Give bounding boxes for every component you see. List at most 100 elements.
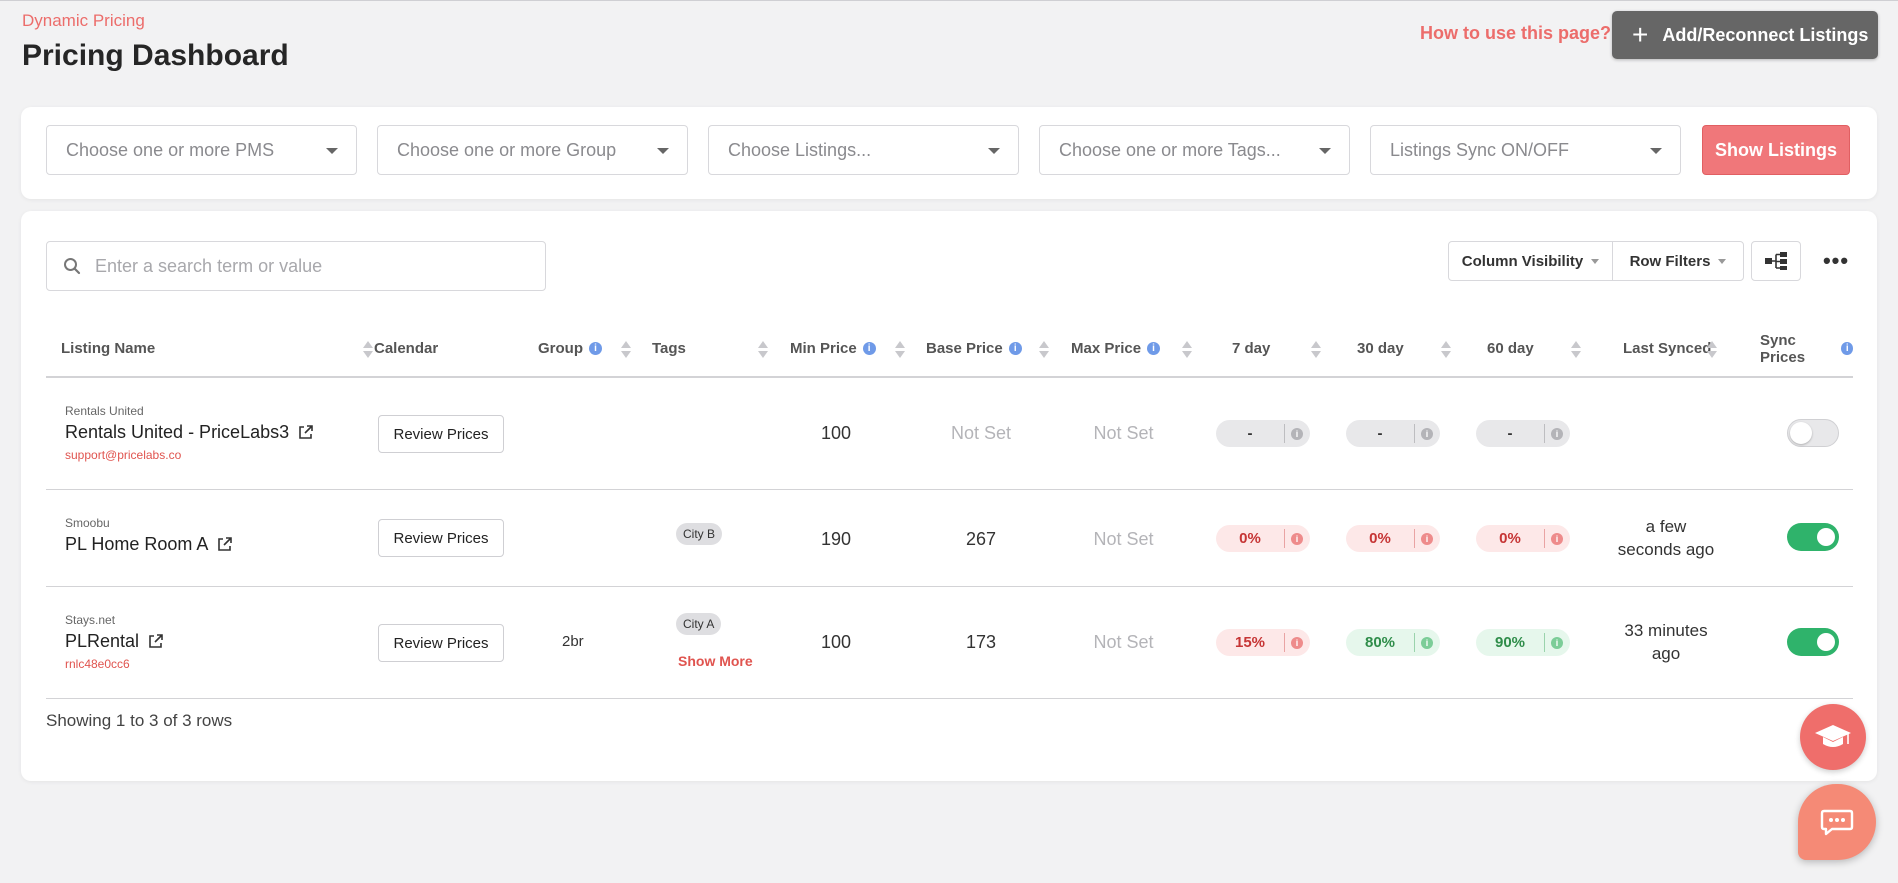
listings-select[interactable]: Choose Listings...	[708, 125, 1019, 175]
show-more-link[interactable]: Show More	[678, 653, 753, 669]
col-base-price[interactable]: Base Price i	[926, 321, 1022, 376]
sort-icon[interactable]	[1039, 341, 1049, 359]
occupancy-30day-pill[interactable]: 80% i	[1346, 629, 1440, 656]
col-tags[interactable]: Tags	[652, 321, 686, 376]
caret-down-icon	[1591, 258, 1600, 264]
pill-divider	[1544, 424, 1545, 443]
sync-prices-toggle[interactable]	[1787, 419, 1839, 447]
col-max-price-label: Max Price	[1071, 340, 1142, 357]
group-select-placeholder: Choose one or more Group	[397, 139, 617, 160]
info-icon[interactable]: i	[862, 342, 876, 355]
info-icon[interactable]: i	[589, 342, 602, 355]
sort-icon[interactable]	[1441, 341, 1451, 359]
min-price-value[interactable]: 190	[786, 529, 886, 550]
sync-select[interactable]: Listings Sync ON/OFF	[1370, 125, 1681, 175]
tree-view-button[interactable]	[1751, 241, 1801, 281]
row-pms: Smoobu	[65, 516, 110, 530]
sort-icon[interactable]	[758, 341, 768, 359]
max-price-value[interactable]: Not Set	[1066, 632, 1181, 653]
tags-select[interactable]: Choose one or more Tags...	[1039, 125, 1350, 175]
sort-icon[interactable]	[1707, 341, 1717, 359]
academy-button[interactable]	[1800, 704, 1866, 770]
min-price-value[interactable]: 100	[786, 632, 886, 653]
col-last-synced[interactable]: Last Synced	[1623, 321, 1711, 376]
pms-select-placeholder: Choose one or more PMS	[66, 139, 275, 160]
occupancy-30day-pill[interactable]: -i	[1346, 420, 1440, 447]
add-reconnect-listings-button[interactable]: + Add/Reconnect Listings	[1612, 11, 1878, 59]
col-min-price-label: Min Price	[790, 340, 857, 357]
occupancy-60day-pill[interactable]: -i	[1476, 420, 1570, 447]
group-select[interactable]: Choose one or more Group	[377, 125, 688, 175]
col-7day[interactable]: 7 day	[1232, 321, 1270, 376]
col-min-price[interactable]: Min Price i	[790, 321, 876, 376]
pill-divider	[1414, 529, 1415, 548]
col-group[interactable]: Group i	[538, 321, 602, 376]
help-link[interactable]: How to use this page?	[1420, 23, 1611, 44]
review-prices-button[interactable]: Review Prices	[378, 624, 504, 662]
breadcrumb[interactable]: Dynamic Pricing	[22, 11, 145, 31]
occupancy-60day-pill[interactable]: 0% i	[1476, 525, 1570, 552]
row-listing-name[interactable]: PL Home Room A	[65, 534, 233, 555]
occupancy-30day-pill[interactable]: 0% i	[1346, 525, 1440, 552]
occupancy-30day-value: 0%	[1369, 530, 1391, 547]
pill-divider	[1414, 633, 1415, 652]
row-filters-label: Row Filters	[1629, 252, 1711, 270]
occupancy-60day-pill[interactable]: 90% i	[1476, 629, 1570, 656]
sort-icon[interactable]	[621, 341, 631, 359]
chat-icon	[1820, 809, 1854, 836]
sync-prices-toggle[interactable]	[1787, 523, 1839, 551]
search-input[interactable]: Enter a search term or value	[95, 256, 322, 277]
occupancy-7day-pill[interactable]: 15% i	[1216, 629, 1310, 656]
col-60day[interactable]: 60 day	[1487, 321, 1534, 376]
external-link-icon[interactable]	[297, 424, 314, 441]
col-30day[interactable]: 30 day	[1357, 321, 1404, 376]
tag-badge[interactable]: City A	[676, 613, 722, 635]
base-price-value[interactable]: Not Set	[926, 423, 1036, 444]
min-price-value[interactable]: 100	[786, 423, 886, 444]
info-icon[interactable]: i	[1147, 342, 1161, 355]
col-30day-label: 30 day	[1357, 340, 1404, 357]
info-icon: i	[1421, 532, 1433, 545]
external-link-icon[interactable]	[147, 633, 164, 650]
col-listing-name[interactable]: Listing Name	[61, 321, 155, 376]
row-listing-sub: support@pricelabs.co	[65, 448, 182, 462]
info-icon[interactable]: i	[1008, 342, 1022, 355]
base-price-value[interactable]: 267	[926, 529, 1036, 550]
review-prices-button[interactable]: Review Prices	[378, 519, 504, 557]
page-title: Pricing Dashboard	[22, 39, 289, 72]
group-value[interactable]: 2br	[562, 633, 584, 650]
last-synced-value: 33 minutes ago	[1591, 619, 1741, 665]
occupancy-7day-pill[interactable]: 0% i	[1216, 525, 1310, 552]
row-pms: Rentals United	[65, 404, 144, 418]
occupancy-7day-value: 15%	[1234, 634, 1266, 651]
tag-badge[interactable]: City B	[676, 523, 723, 545]
info-icon[interactable]: i	[1841, 342, 1853, 355]
sort-icon[interactable]	[1571, 341, 1581, 359]
row-listing-name[interactable]: PLRental	[65, 631, 164, 652]
table-row: Rentals United Rentals United - PriceLab…	[46, 378, 1853, 490]
caret-down-icon	[657, 148, 669, 154]
pms-select[interactable]: Choose one or more PMS	[46, 125, 357, 175]
review-prices-button[interactable]: Review Prices	[378, 415, 504, 453]
info-icon: i	[1551, 427, 1563, 440]
max-price-value[interactable]: Not Set	[1066, 529, 1181, 550]
more-options-button[interactable]: •••	[1816, 241, 1856, 281]
info-icon: i	[1421, 636, 1433, 649]
sort-icon[interactable]	[1182, 341, 1192, 359]
base-price-value[interactable]: 173	[926, 632, 1036, 653]
sort-icon[interactable]	[895, 341, 905, 359]
chat-button[interactable]	[1798, 784, 1876, 860]
sort-icon[interactable]	[1311, 341, 1321, 359]
show-listings-button[interactable]: Show Listings	[1702, 125, 1850, 175]
sort-icon[interactable]	[363, 341, 373, 359]
column-visibility-button[interactable]: Column Visibility	[1449, 242, 1612, 280]
row-listing-name[interactable]: Rentals United - PriceLabs3	[65, 422, 314, 443]
search-box[interactable]: Enter a search term or value	[46, 241, 546, 291]
external-link-icon[interactable]	[216, 536, 233, 553]
col-max-price[interactable]: Max Price i	[1071, 321, 1161, 376]
occupancy-60day-value: 0%	[1499, 530, 1521, 547]
row-filters-button[interactable]: Row Filters	[1612, 242, 1743, 280]
max-price-value[interactable]: Not Set	[1066, 423, 1181, 444]
sync-prices-toggle[interactable]	[1787, 628, 1839, 656]
occupancy-7day-pill[interactable]: -i	[1216, 420, 1310, 447]
